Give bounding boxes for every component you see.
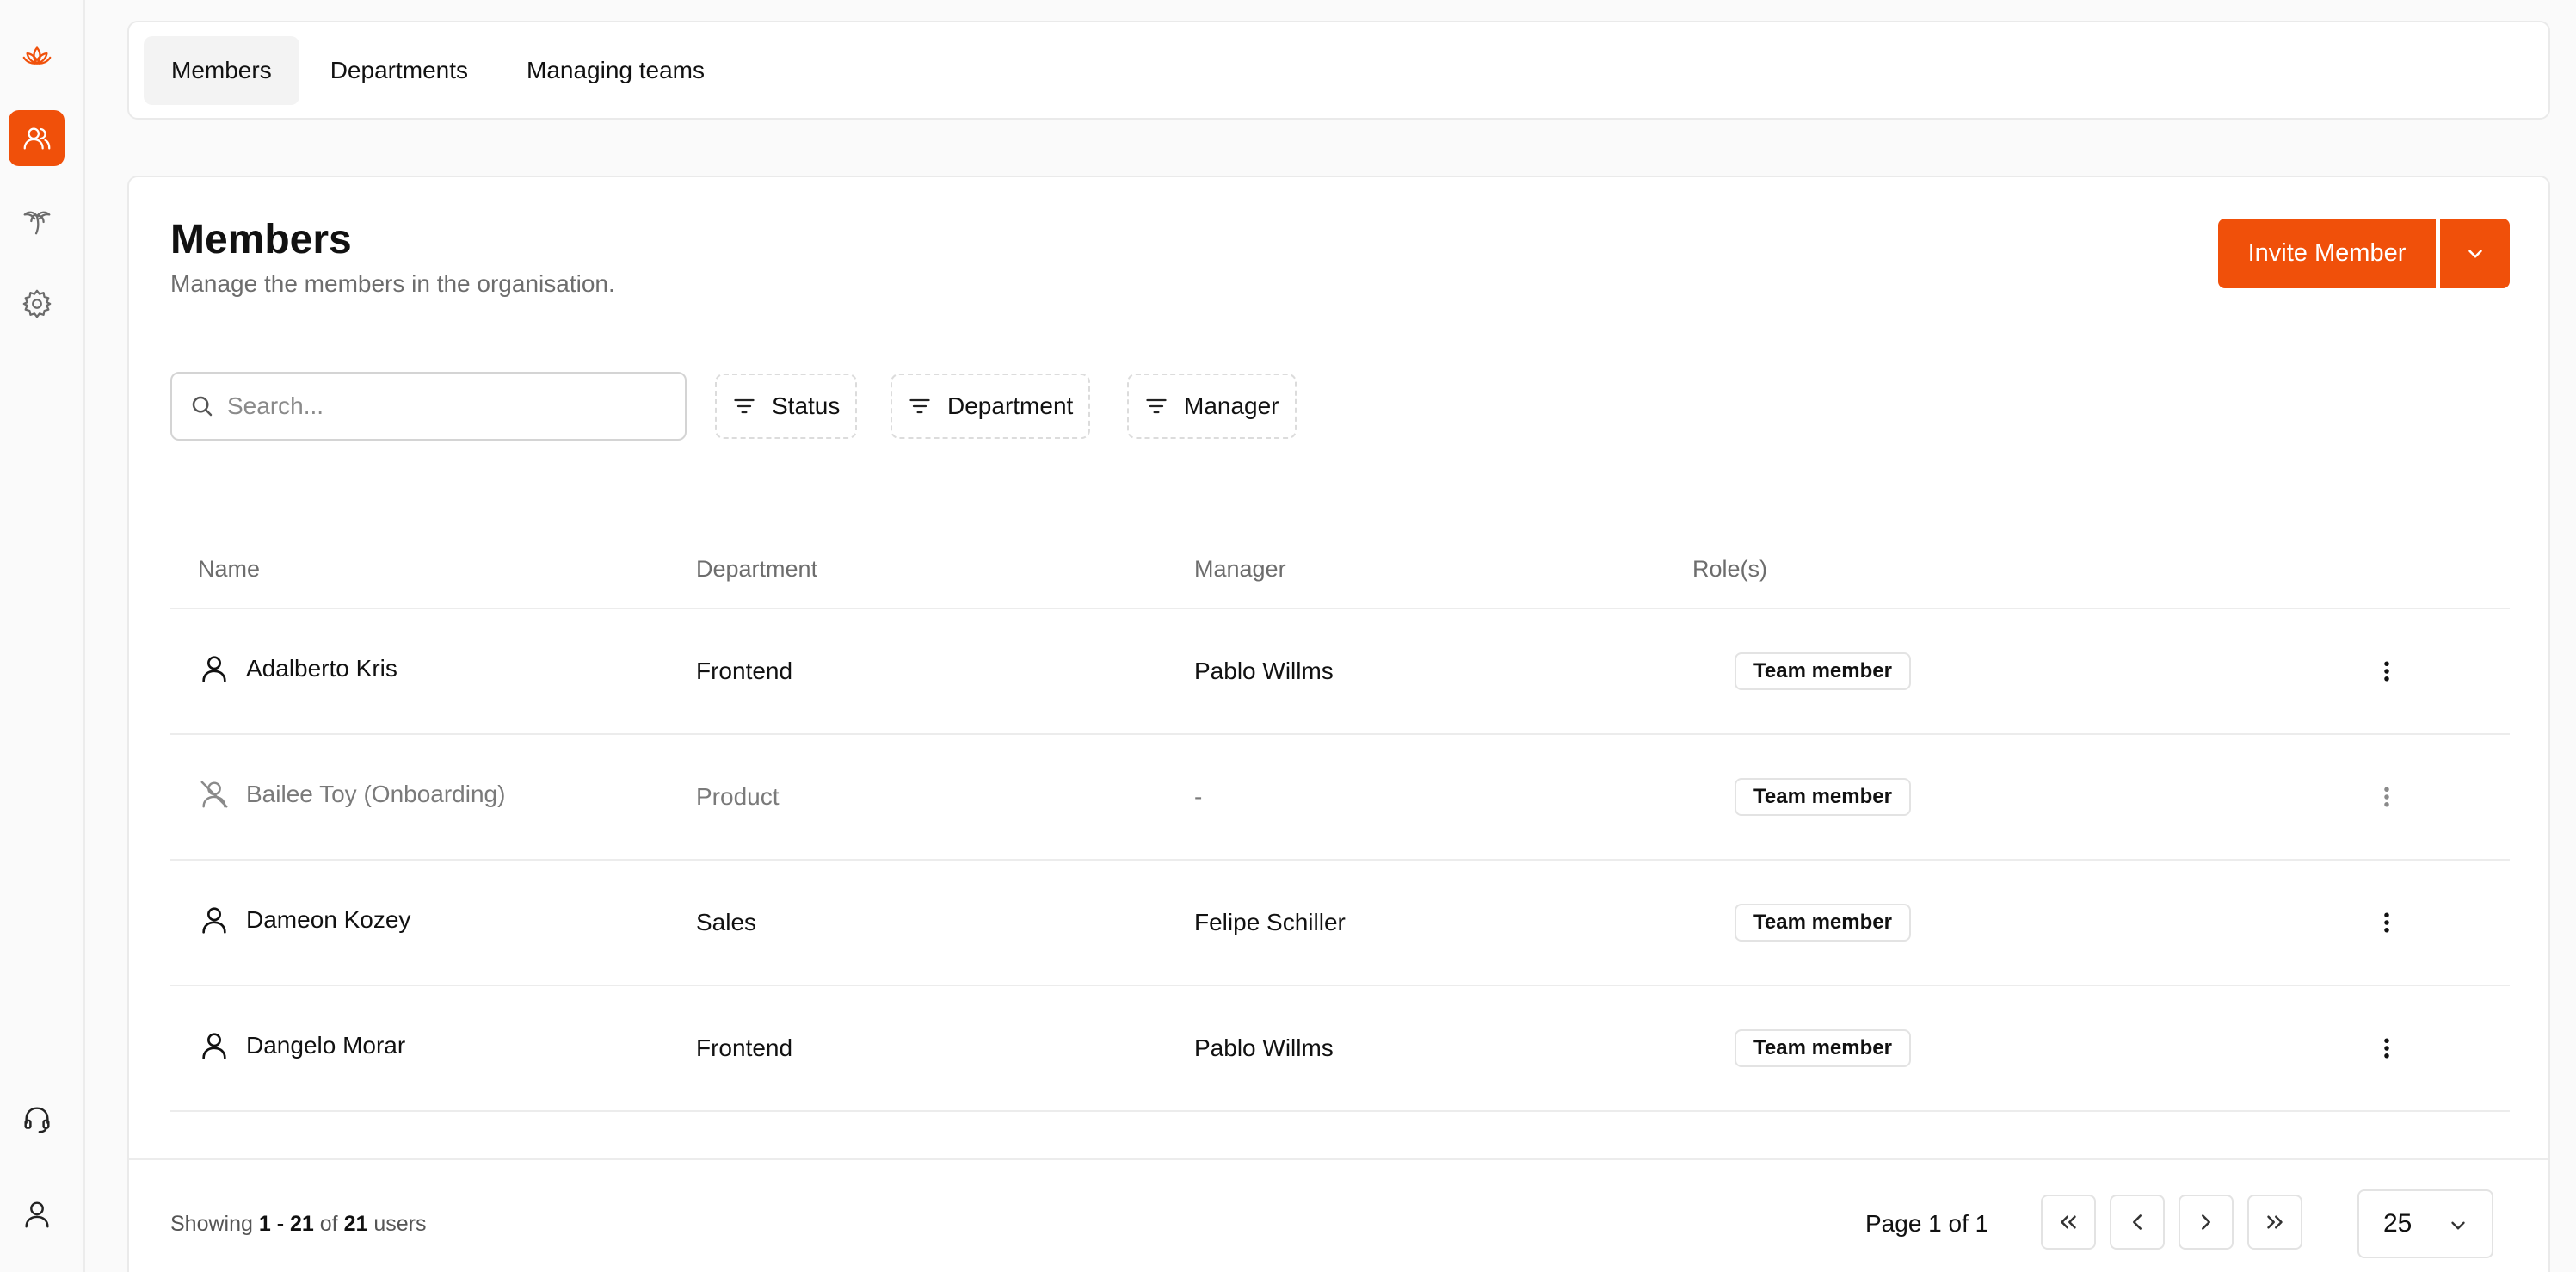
filter-department-button[interactable]: Department	[891, 374, 1091, 439]
search-icon	[192, 396, 213, 417]
chevron-right-icon	[2202, 1214, 2210, 1230]
member-manager: Felipe Schiller	[1194, 909, 1346, 935]
headset-support-icon[interactable]	[9, 1091, 65, 1147]
member-manager: Pablo Willms	[1194, 658, 1334, 684]
role-badge: Team member	[1735, 652, 1911, 690]
member-name-cell: Dangelo Morar	[198, 1029, 405, 1062]
filter-status-button[interactable]: Status	[715, 374, 858, 439]
tab-departments[interactable]: Departments	[303, 36, 496, 105]
member-name: Dameon Kozey	[246, 906, 411, 933]
page-title: Members	[170, 217, 352, 262]
members-card: Members Manage the members in the organi…	[127, 176, 2550, 1272]
column-department[interactable]: Department	[696, 556, 817, 583]
row-actions-menu-icon[interactable]	[2370, 905, 2404, 940]
lotus-logo-icon[interactable]	[9, 28, 65, 83]
chevron-down-icon	[2468, 249, 2482, 258]
row-actions-menu-icon[interactable]	[2370, 654, 2404, 688]
table-row[interactable]: Dameon Kozey Sales Felipe Schiller Team …	[170, 861, 2510, 986]
member-manager: Pablo Willms	[1194, 1034, 1334, 1061]
showing-of: of	[319, 1212, 338, 1236]
showing-total: 21	[343, 1212, 368, 1236]
tabs-bar: Members Departments Managing teams	[127, 21, 2550, 120]
invite-member-button[interactable]: Invite Member	[2218, 219, 2436, 288]
column-roles[interactable]: Role(s)	[1692, 556, 1767, 583]
table-header: Name Department Manager Role(s)	[170, 539, 2510, 609]
chevron-down-icon	[2451, 1221, 2465, 1230]
filter-department-label: Department	[947, 392, 1074, 419]
filter-manager-label: Manager	[1184, 392, 1279, 419]
profile-user-icon[interactable]	[9, 1186, 65, 1242]
filter-lines-icon	[734, 398, 755, 414]
double-chevron-right-icon	[2267, 1215, 2283, 1229]
user-icon	[202, 656, 226, 682]
member-department: Frontend	[696, 658, 793, 684]
column-manager[interactable]: Manager	[1194, 556, 1286, 583]
role-badge: Team member	[1735, 1029, 1911, 1067]
user-disabled-icon	[200, 781, 228, 808]
member-name: Dangelo Morar	[246, 1032, 406, 1059]
filter-lines-icon	[1146, 398, 1167, 414]
rows-per-page-value: 25	[2383, 1209, 2413, 1238]
palm-tree-icon[interactable]	[9, 193, 65, 249]
column-name[interactable]: Name	[198, 556, 260, 583]
role-badge: Team member	[1735, 904, 1911, 942]
member-name-cell: Bailee Toy (Onboarding)	[198, 778, 505, 811]
tab-managing-teams[interactable]: Managing teams	[499, 36, 732, 105]
filter-lines-icon	[909, 398, 930, 414]
member-name: Bailee Toy (Onboarding)	[246, 781, 506, 807]
filter-manager-button[interactable]: Manager	[1127, 374, 1297, 439]
showing-prefix: Showing	[170, 1212, 253, 1236]
table-row[interactable]: Adalberto Kris Frontend Pablo Willms Tea…	[170, 609, 2510, 735]
page-indicator: Page 1 of 1	[1865, 1210, 1989, 1237]
last-page-button[interactable]	[2247, 1195, 2302, 1250]
row-actions-menu-icon[interactable]	[2370, 780, 2404, 814]
settings-gear-icon[interactable]	[9, 275, 65, 331]
first-page-button[interactable]	[2041, 1195, 2096, 1250]
role-badge: Team member	[1735, 778, 1911, 816]
page-subtitle: Manage the members in the organisation.	[170, 270, 615, 297]
showing-range: 1 - 21	[258, 1212, 314, 1236]
search-input[interactable]	[227, 392, 657, 420]
previous-page-button[interactable]	[2110, 1195, 2165, 1250]
user-icon	[202, 1033, 226, 1059]
member-name: Adalberto Kris	[246, 655, 397, 682]
member-department: Sales	[696, 909, 757, 935]
invite-options-button[interactable]	[2440, 219, 2510, 288]
member-department: Frontend	[696, 1034, 793, 1061]
member-name-cell: Adalberto Kris	[198, 652, 397, 685]
member-manager: -	[1194, 783, 1203, 810]
rows-per-page-select[interactable]: 25	[2357, 1189, 2493, 1258]
showing-unit: users	[373, 1212, 427, 1236]
next-page-button[interactable]	[2179, 1195, 2234, 1250]
pagination-footer: Showing 1 - 21 of 21 users Page 1 of 1 2…	[129, 1158, 2548, 1272]
showing-summary: Showing 1 - 21 of 21 users	[170, 1212, 426, 1237]
search-box	[170, 372, 687, 441]
chevron-left-icon	[2133, 1214, 2142, 1230]
member-department: Product	[696, 783, 780, 810]
user-icon	[202, 907, 226, 934]
row-actions-menu-icon[interactable]	[2370, 1031, 2404, 1065]
members-icon[interactable]	[9, 110, 65, 166]
member-name-cell: Dameon Kozey	[198, 904, 410, 936]
double-chevron-left-icon	[2061, 1215, 2076, 1229]
tab-members[interactable]: Members	[144, 35, 299, 105]
table-row[interactable]: Dangelo Morar Frontend Pablo Willms Team…	[170, 986, 2510, 1112]
sidebar	[0, 0, 85, 1272]
table-row[interactable]: Bailee Toy (Onboarding) Product - Team m…	[170, 735, 2510, 861]
filter-status-label: Status	[772, 392, 841, 419]
